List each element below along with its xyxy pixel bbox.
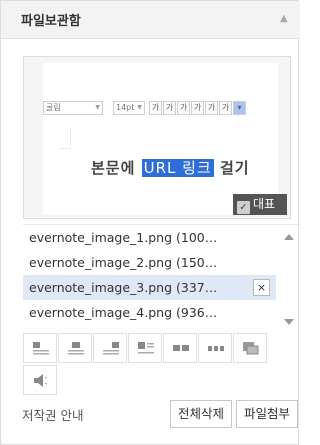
file-storage-panel: 파일보관함 ▲ 굴림 ▼ 14pt ▼ 가 가 가 가 가 가 ▾ 본문에 URL … bbox=[0, 0, 300, 445]
align-left-full-button[interactable] bbox=[128, 333, 162, 363]
preview-thumbnail: 굴림 ▼ 14pt ▼ 가 가 가 가 가 가 ▾ 본문에 URL 링크 걸기 bbox=[43, 63, 278, 215]
scroll-down-icon[interactable] bbox=[284, 319, 294, 325]
image-alignment-bar bbox=[23, 333, 268, 363]
delete-file-button[interactable]: × bbox=[253, 279, 270, 296]
representative-label: 대표 bbox=[253, 197, 276, 211]
preview-editor-toolbar: 굴림 ▼ 14pt ▼ 가 가 가 가 가 가 ▾ bbox=[43, 97, 278, 117]
collapse-triangle-icon[interactable]: ▲ bbox=[280, 14, 290, 24]
representative-toggle[interactable]: ✓ 대표 bbox=[233, 194, 287, 215]
align-center-button[interactable] bbox=[58, 333, 92, 363]
font-color-icon: 가 bbox=[205, 101, 218, 115]
preview-body-text: 본문에 URL 링크 걸기 bbox=[91, 159, 250, 177]
slideshow-button[interactable] bbox=[233, 333, 267, 363]
scroll-up-icon[interactable] bbox=[284, 234, 294, 240]
file-item[interactable]: evernote_image_1.png (100… bbox=[23, 225, 276, 250]
font-select: 굴림 ▼ bbox=[43, 101, 103, 115]
sound-button[interactable] bbox=[23, 365, 57, 395]
file-name: evernote_image_4.png (936… bbox=[29, 305, 218, 320]
file-name: evernote_image_2.png (150… bbox=[29, 255, 218, 270]
file-item[interactable]: evernote_image_2.png (150… bbox=[23, 250, 276, 275]
two-column-icon bbox=[173, 345, 189, 351]
file-name: evernote_image_3.png (337… bbox=[29, 280, 218, 295]
text-cursor-area bbox=[61, 127, 71, 149]
copyright-notice-link[interactable]: 저작권 안내 bbox=[22, 405, 83, 424]
highlighted-link-text: URL 링크 bbox=[141, 159, 214, 177]
attach-file-button[interactable]: 파일첨부 bbox=[236, 400, 298, 428]
panel-title: 파일보관함 bbox=[21, 14, 81, 29]
italic-icon: 가 bbox=[163, 101, 176, 115]
two-column-button[interactable] bbox=[163, 333, 197, 363]
file-item-selected[interactable]: evernote_image_3.png (337… × bbox=[23, 275, 276, 300]
align-right-icon bbox=[103, 342, 119, 355]
align-left-icon bbox=[33, 342, 49, 355]
align-left-full-icon bbox=[138, 342, 154, 354]
align-left-button[interactable] bbox=[23, 333, 57, 363]
bold-icon: 가 bbox=[149, 101, 162, 115]
highlight-color-icon: ▾ bbox=[233, 101, 246, 115]
size-select: 14pt ▼ bbox=[113, 101, 145, 115]
three-column-icon bbox=[208, 346, 224, 351]
file-list: evernote_image_1.png (100… evernote_imag… bbox=[23, 224, 300, 328]
file-list-scrollbar[interactable] bbox=[278, 225, 300, 329]
text-color-icon: 가 bbox=[219, 101, 232, 115]
file-name: evernote_image_1.png (100… bbox=[29, 230, 218, 245]
panel-header: 파일보관함 ▲ bbox=[1, 1, 300, 39]
image-preview[interactable]: 굴림 ▼ 14pt ▼ 가 가 가 가 가 가 ▾ 본문에 URL 링크 걸기 ✓ 대… bbox=[23, 56, 291, 219]
align-right-button[interactable] bbox=[93, 333, 127, 363]
delete-all-button[interactable]: 전체삭제 bbox=[170, 400, 232, 428]
file-item[interactable]: evernote_image_4.png (936… bbox=[23, 300, 276, 325]
align-center-icon bbox=[68, 342, 84, 355]
underline-icon: 가 bbox=[177, 101, 190, 115]
slideshow-icon bbox=[243, 342, 259, 355]
strike-icon: 가 bbox=[191, 101, 204, 115]
speaker-icon bbox=[34, 374, 48, 387]
checkbox-checked-icon[interactable]: ✓ bbox=[237, 201, 250, 214]
three-column-button[interactable] bbox=[198, 333, 232, 363]
